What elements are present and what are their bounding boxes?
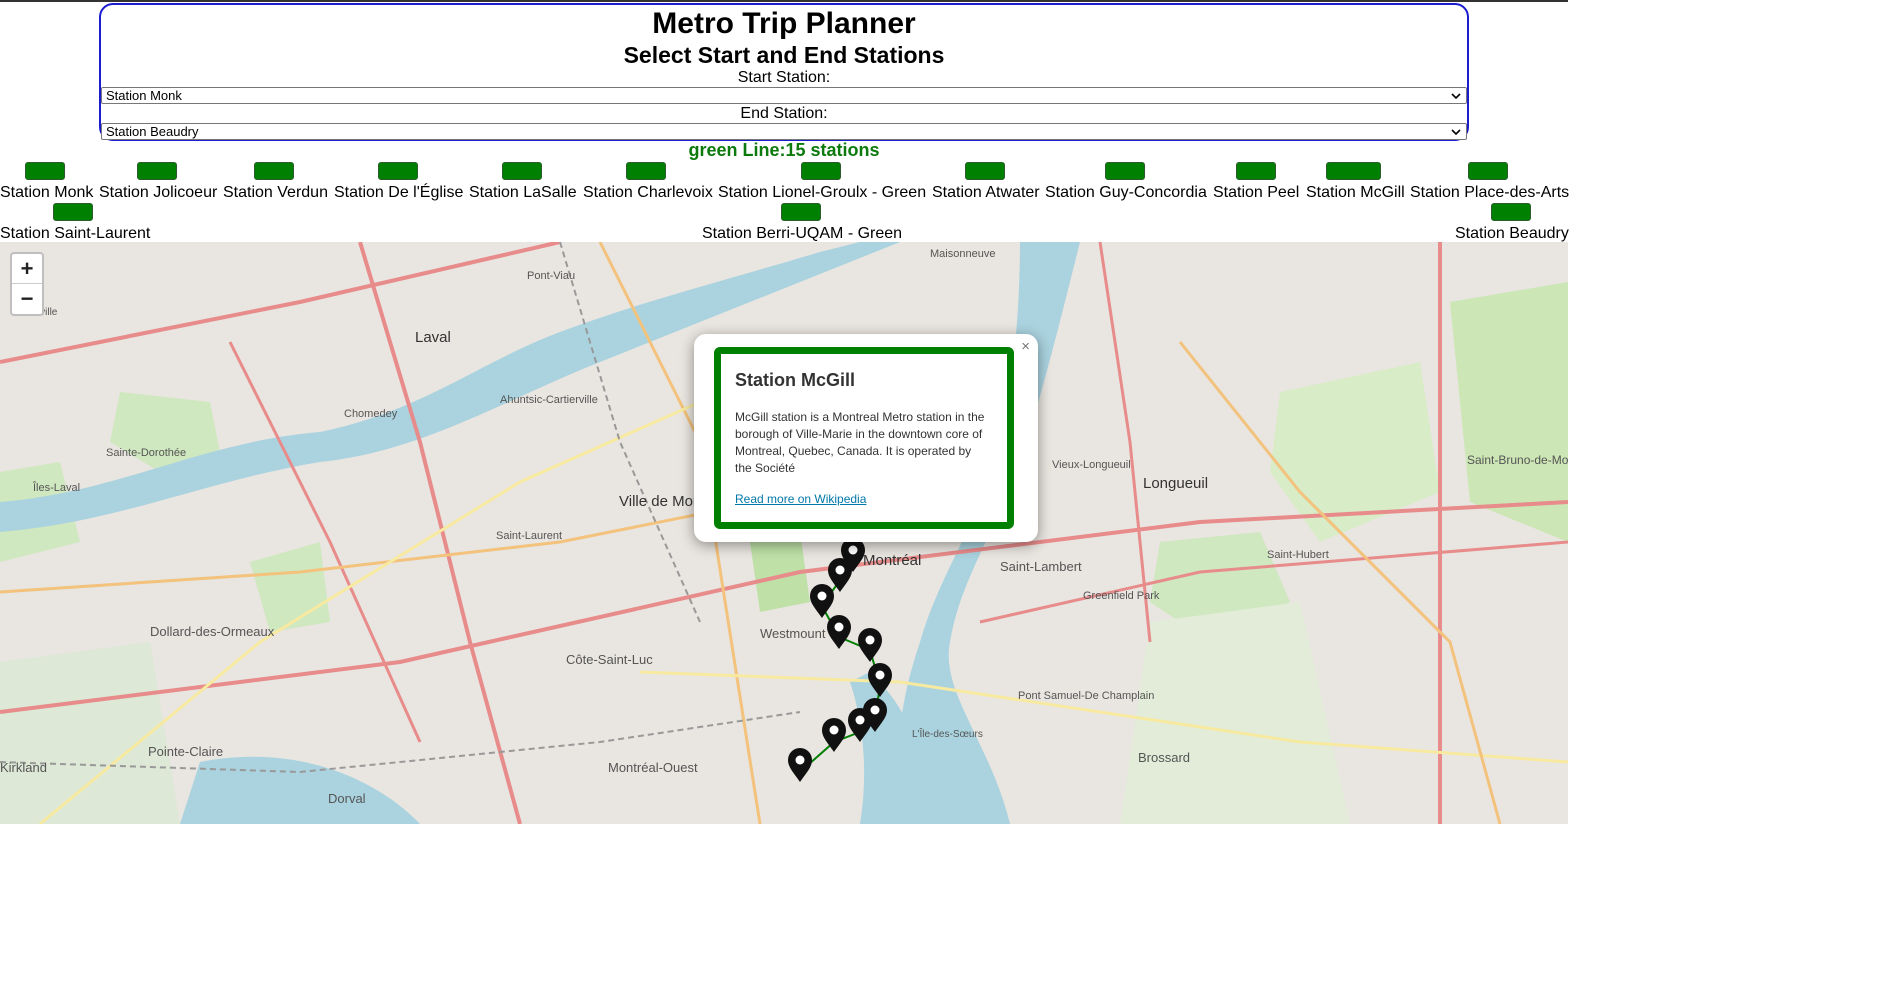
station-label: Station Berri-UQAM - Green [702, 225, 903, 242]
station-button-place-des-arts[interactable] [1468, 162, 1508, 180]
map-label: Montréal-Ouest [608, 760, 698, 775]
station-label: Station Jolicoeur [99, 184, 218, 201]
station-label: Station Verdun [223, 184, 328, 201]
station-label: Station McGill [1306, 184, 1405, 201]
map-label: Dorval [328, 791, 366, 806]
map-label: Vieux-Longueuil [1052, 459, 1131, 471]
station-label: Station Place-des-Arts [1410, 184, 1570, 201]
map-label: Pont Samuel-De Champlain [1018, 690, 1155, 702]
close-icon[interactable]: × [1021, 338, 1030, 355]
popup-content-frame: Station McGill McGill station is a Montr… [714, 347, 1014, 529]
station-button-saint-laurent[interactable] [53, 203, 93, 221]
map-label: Ahuntsic-Cartierville [500, 394, 598, 406]
station-button-lionel-groulx[interactable] [801, 162, 841, 180]
trip-planner-panel: Metro Trip Planner Select Start and End … [99, 3, 1469, 141]
start-station-value: Station Monk [106, 88, 182, 103]
popup-description: McGill station is a Montreal Metro stati… [735, 410, 985, 475]
map-label: Îles-Laval [33, 482, 81, 494]
map-label: Saint-Lambert [1000, 559, 1082, 574]
chevron-down-icon [1451, 93, 1461, 100]
map-label: Chomedey [344, 408, 398, 420]
station-label: Station LaSalle [469, 184, 577, 201]
station-button-charlevoix[interactable] [626, 162, 666, 180]
station-button-atwater[interactable] [965, 162, 1005, 180]
map-label: Longueuil [1143, 475, 1209, 492]
popup-title: Station McGill [735, 370, 856, 390]
line-summary: green Line:15 stations [688, 140, 880, 160]
map-label: Saint-Laurent [496, 530, 563, 542]
map-label: Dollard-des-Ormeaux [150, 624, 275, 639]
zoom-control: + − [10, 252, 44, 316]
map-label: Saint-Hubert [1267, 549, 1329, 561]
station-label: Station Monk [0, 184, 94, 201]
map-label: Montréal [863, 552, 922, 569]
station-label: Station Lionel-Groulx - Green [718, 184, 927, 201]
map-label: Pont-Viau [527, 270, 576, 282]
end-station-select[interactable]: Station Beaudry [101, 123, 1467, 140]
station-button-beaudry[interactable] [1491, 203, 1531, 221]
top-border [0, 0, 1568, 2]
zoom-in-button[interactable]: + [12, 254, 42, 284]
station-button-berri-uqam[interactable] [781, 203, 821, 221]
map-label: Greenfield Park [1083, 590, 1160, 602]
start-station-label: Start Station: [737, 69, 831, 86]
map-label: Brossard [1138, 750, 1191, 765]
zoom-out-button[interactable]: − [12, 284, 42, 313]
station-label: Station Guy-Concordia [1045, 184, 1207, 201]
map-label: Sainte-Dorothée [106, 447, 187, 459]
station-button-de-l-eglise[interactable] [378, 162, 418, 180]
station-button-peel[interactable] [1236, 162, 1276, 180]
station-button-guy-concordia[interactable] [1105, 162, 1145, 180]
wikipedia-link[interactable]: Read more on Wikipedia [735, 492, 866, 506]
map-label: Côte-Saint-Luc [566, 652, 653, 667]
station-label: Station Charlevoix [583, 184, 713, 201]
map-label: Laval [415, 329, 451, 346]
map-label: L'Île-des-Sœurs [912, 729, 983, 740]
page-title: Metro Trip Planner [652, 7, 916, 40]
station-button-monk[interactable] [25, 162, 65, 180]
station-button-mcgill[interactable] [1326, 162, 1381, 180]
station-label: Station Atwater [932, 184, 1040, 201]
station-popup: × Station McGill McGill station is a Mon… [694, 334, 1038, 542]
map-label: Pointe-Claire [148, 744, 224, 759]
map-label: Kirkland [0, 760, 47, 775]
station-button-jolicoeur[interactable] [137, 162, 177, 180]
end-station-label: End Station: [740, 105, 828, 122]
station-label: Station Beaudry [1455, 225, 1569, 242]
station-label: Station Peel [1213, 184, 1300, 201]
map-label: Saint-Bruno-de-Montarville [1467, 453, 1568, 467]
start-station-select[interactable]: Station Monk [101, 87, 1467, 104]
station-label: Station De l'Église [334, 184, 464, 201]
station-button-lasalle[interactable] [502, 162, 542, 180]
station-label: Station Saint-Laurent [0, 225, 151, 242]
end-station-value: Station Beaudry [106, 124, 199, 139]
page-subtitle: Select Start and End Stations [623, 42, 945, 68]
map-label: Westmount [760, 626, 826, 641]
map-label: Maisonneuve [930, 248, 996, 260]
station-button-verdun[interactable] [254, 162, 294, 180]
chevron-down-icon [1451, 129, 1461, 136]
